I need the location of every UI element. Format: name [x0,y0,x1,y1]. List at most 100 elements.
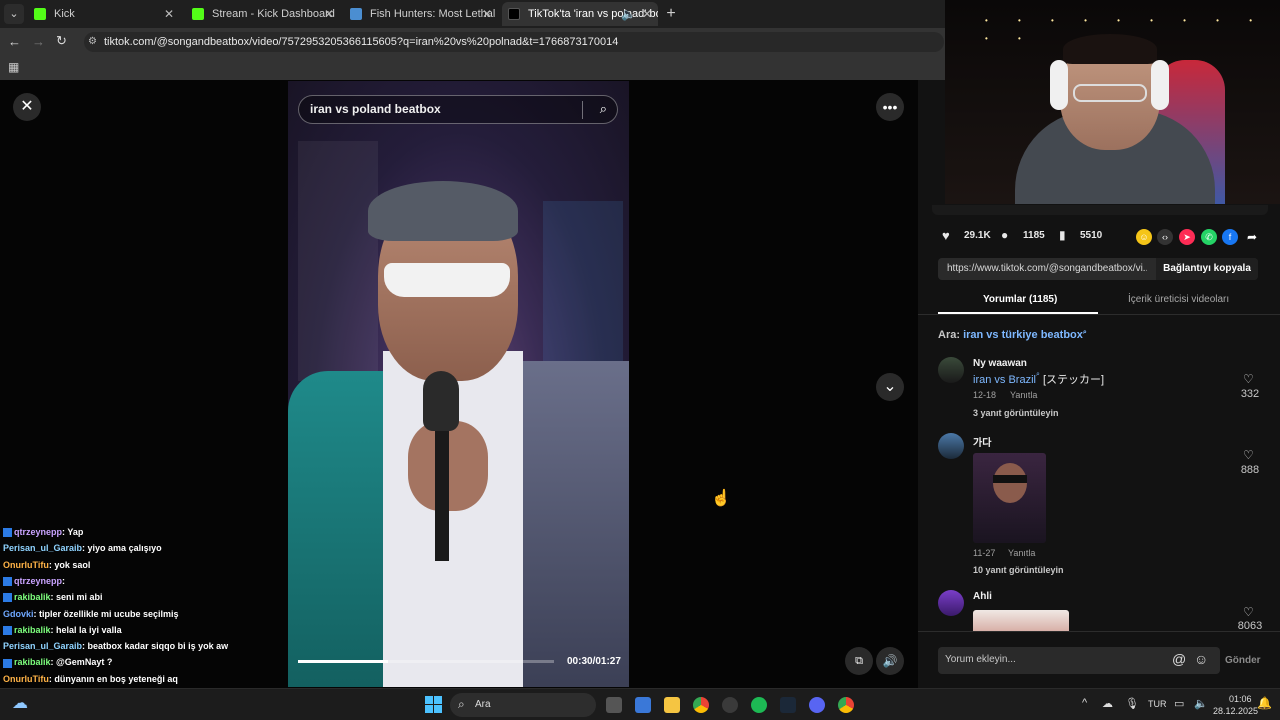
clock-date[interactable]: 28.12.2025 [1213,706,1258,716]
tab-comments[interactable]: Yorumlar (1185) [983,294,1057,305]
volume-tray-icon[interactable]: 🔈 [1194,697,1208,710]
windows-taskbar: ☁ ⌕ Ara ^ ☁ 🎙 TUR ▭ 🔈 01:06 28.12.2025 🔔 [0,688,1280,720]
close-tab-icon[interactable]: ✕ [642,2,652,26]
steam-icon[interactable] [780,697,796,713]
speaker-icon[interactable]: 🔈 [621,2,636,26]
comment-like-count: 888 [1240,464,1260,476]
copy-link-button[interactable]: Bağlantıyı kopyala [1156,258,1258,280]
mention-at-icon[interactable]: @ [1172,651,1186,667]
windows-start-icon[interactable] [425,696,442,713]
weather-icon[interactable]: ☁ [12,693,28,713]
task-view-icon[interactable] [606,697,622,713]
language-indicator[interactable]: TUR [1148,699,1167,709]
chat-message: OnurluTifu: dünyanın en boş yeteneği aq [3,674,178,684]
comment-bubble-icon[interactable]: ● [1001,228,1008,242]
network-icon[interactable]: ▭ [1174,697,1184,710]
tab-kick[interactable]: Kick ✕ [28,2,180,26]
bookmark-icon[interactable]: ▮ [1059,228,1066,242]
next-video-chevron-down-icon[interactable]: ⌄ [876,373,904,401]
chat-username[interactable]: Perisan_ul_Garaib [3,543,82,553]
chat-text: : dünyanın en boş yeteneği aq [48,673,178,684]
chat-username[interactable]: qtrzeynepp [14,527,62,537]
comment-like-heart-icon[interactable]: ♡ [1243,448,1254,462]
comment-sticker-image[interactable] [973,610,1069,631]
reload-icon[interactable]: ↻ [56,33,67,49]
tab-list-button[interactable]: ⌄ [4,4,24,24]
avatar[interactable] [938,357,964,383]
comment-like-heart-icon[interactable]: ♡ [1243,605,1254,619]
picture-in-picture-icon[interactable]: ⧉ [845,647,873,675]
embed-coin-icon[interactable]: ☺ [1136,229,1152,245]
whatsapp-icon[interactable]: ✆ [1201,229,1217,245]
more-options-icon[interactable]: ••• [876,93,904,121]
avatar[interactable] [938,590,964,616]
avatar[interactable] [938,433,964,459]
tab-fish-hunters[interactable]: Fish Hunters: Most Lethal Fishi ✕ [344,2,498,26]
streamer-hair [1063,34,1157,64]
chat-username[interactable]: Gdovki [3,609,34,619]
volume-icon[interactable]: 🔊 [876,647,904,675]
chat-username[interactable]: Perisan_ul_Garaib [3,641,82,651]
tab-creator-videos[interactable]: İçerik üreticisi videoları [1128,294,1229,305]
spotify-icon[interactable] [751,697,767,713]
tray-chevron-icon[interactable]: ^ [1082,697,1087,709]
close-tab-icon[interactable]: ✕ [164,2,174,26]
reply-button[interactable]: Yanıtla [1008,548,1035,558]
chat-username[interactable]: rakibalik [14,657,51,667]
clock-time[interactable]: 01:06 [1229,694,1252,704]
close-video-icon[interactable]: ✕ [13,93,41,121]
like-heart-icon[interactable]: ♥ [942,228,950,243]
new-tab-button[interactable]: + [662,2,680,26]
chat-username[interactable]: OnurluTifu [3,560,49,570]
file-explorer-icon[interactable] [664,697,680,713]
forward-arrow-icon[interactable]: → [32,34,45,49]
onedrive-icon[interactable]: ☁ [1102,697,1113,710]
view-replies-button[interactable]: 3 yanıt görüntüleyin [973,408,1059,418]
chat-username[interactable]: OnurluTifu [3,674,49,684]
close-tab-icon[interactable]: ✕ [482,2,492,26]
send-to-friends-icon[interactable]: ➤ [1179,229,1195,245]
taskbar-search[interactable]: ⌕ Ara [450,693,596,717]
chat-username[interactable]: rakibalik [14,592,51,602]
send-comment-button[interactable]: Gönder [1225,655,1261,666]
chat-username[interactable]: rakibalik [14,625,51,635]
comment-input-placeholder: Yorum ekleyin... [945,654,1016,665]
tab-kick-dashboard[interactable]: Stream - Kick Dashboard ✕ [186,2,340,26]
comment-like-heart-icon[interactable]: ♡ [1243,372,1254,386]
microphone-icon[interactable]: 🎙 [1125,697,1139,710]
chat-username[interactable]: qtrzeynepp [14,576,62,586]
close-tab-icon[interactable]: ✕ [324,2,334,26]
search-icon[interactable]: ⌕ [600,101,607,117]
embed-code-icon[interactable]: ‹› [1157,229,1173,245]
chat-text: : [62,575,66,586]
discord-icon[interactable] [809,697,825,713]
share-arrow-icon[interactable]: ➦ [1244,229,1260,245]
video-search-box[interactable]: iran vs poland beatbox ⌕ [298,95,618,124]
video-player[interactable] [288,81,629,687]
search-suggestion[interactable]: Ara: iran vs türkiye beatbox⌕ [938,329,1087,341]
search-suggestion-query: iran vs türkiye beatbox [963,329,1083,341]
comment-username[interactable]: 가다 [973,434,991,449]
site-info-icon[interactable]: ⚙ [88,32,97,52]
share-link-url[interactable]: https://www.tiktok.com/@songandbeatbox/v… [947,263,1147,274]
store-icon[interactable] [635,697,651,713]
notification-bell-icon[interactable]: 🔔 [1257,696,1272,710]
emoji-icon[interactable]: ☺ [1194,651,1208,667]
video-progress-bar[interactable] [298,660,554,663]
obs-icon[interactable] [722,697,738,713]
view-replies-button[interactable]: 10 yanıt görüntüleyin [973,565,1064,575]
back-arrow-icon[interactable]: ← [8,34,21,49]
comment-username[interactable]: Ahli [973,591,992,602]
facebook-icon[interactable]: f [1222,229,1238,245]
apps-grid-icon[interactable]: ▦ [8,60,19,74]
address-bar[interactable]: ⚙ tiktok.com/@songandbeatbox/video/75729… [84,32,944,52]
reply-button[interactable]: Yanıtla [1010,390,1037,400]
comment-username[interactable]: Ny waawan [973,358,1027,369]
comment-input[interactable]: Yorum ekleyin... @ ☺ [938,647,1220,674]
chrome-active-icon[interactable] [838,697,854,713]
comment-search-link[interactable]: iran vs Brazil [973,374,1036,386]
chat-message: rakibalik: @GemNayt ? [3,657,112,668]
comment-sticker-image[interactable] [973,453,1046,543]
tab-tiktok[interactable]: TikTok'ta 'iran vs polnad' bo 🔈 ✕ [502,2,658,26]
chrome-icon[interactable] [693,697,709,713]
